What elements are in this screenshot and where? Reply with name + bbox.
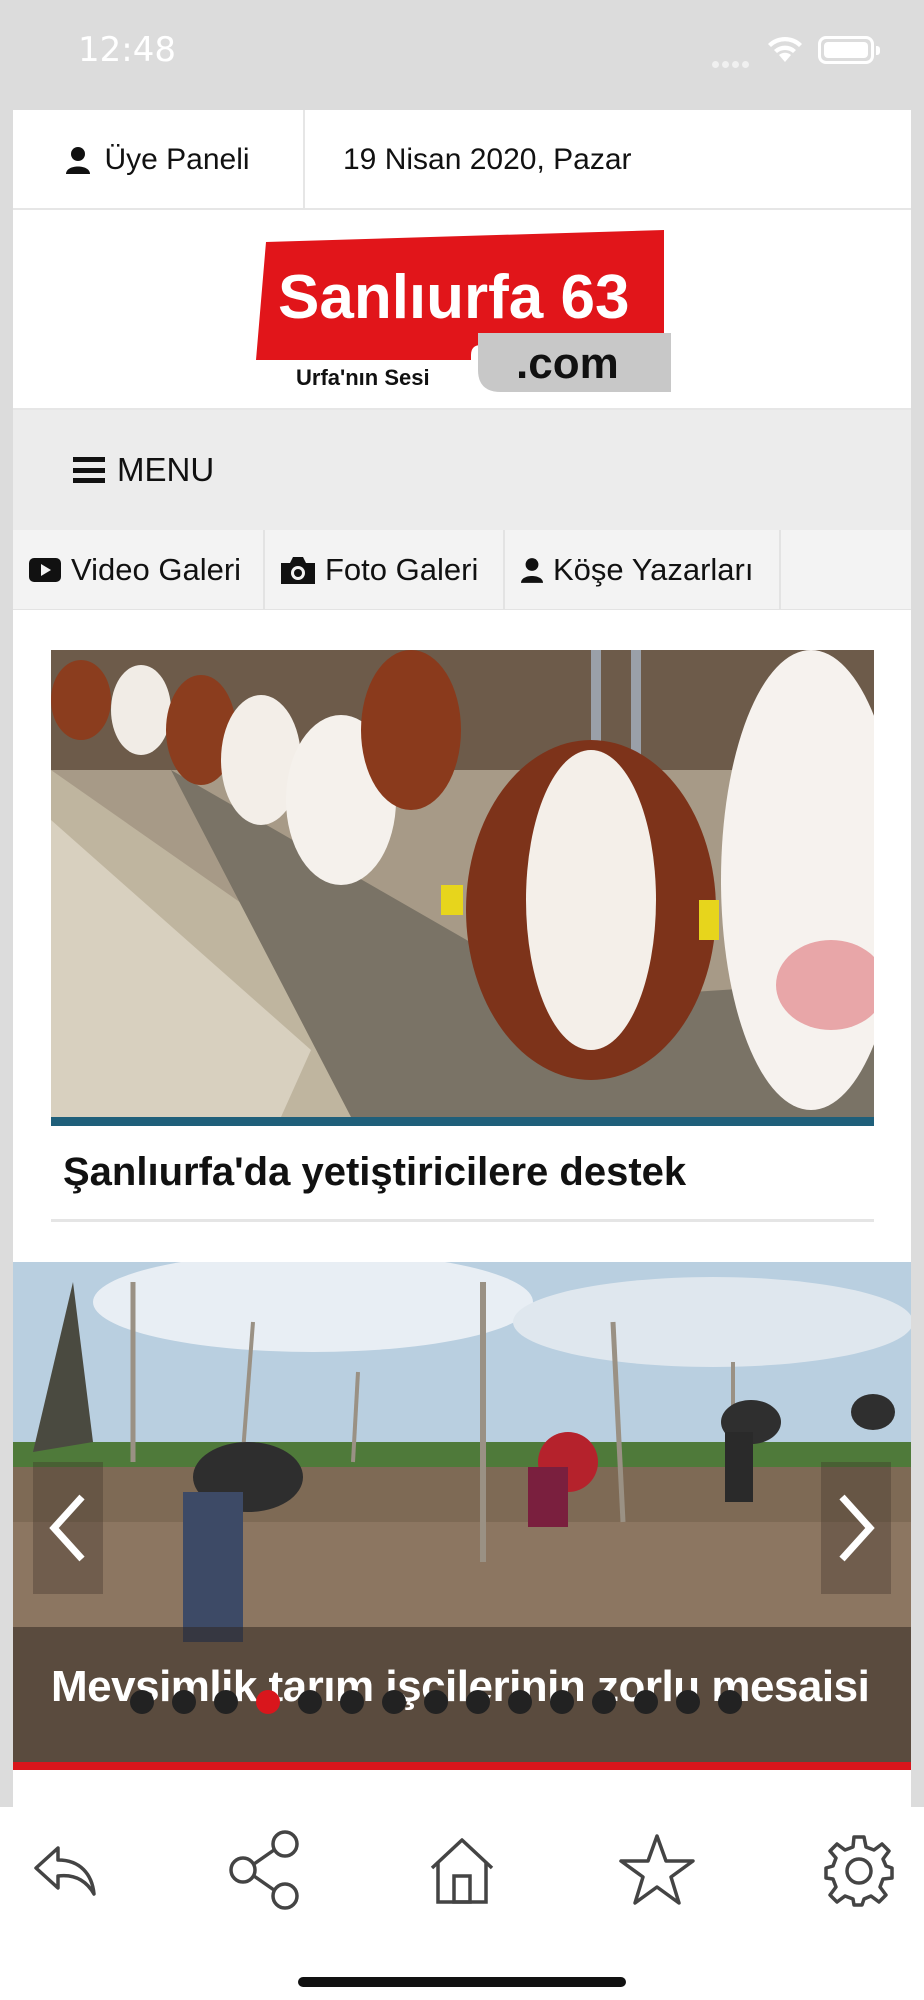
chevron-right-icon xyxy=(839,1494,875,1562)
play-icon xyxy=(29,558,61,582)
slider-dot[interactable] xyxy=(634,1690,658,1714)
featured-news-image xyxy=(51,650,874,1117)
gear-icon xyxy=(824,1835,894,1907)
slider-dot[interactable] xyxy=(676,1690,700,1714)
menu-button[interactable]: MENU xyxy=(73,442,214,498)
web-page: Üye Paneli 19 Nisan 2020, Pazar Sanlıurf… xyxy=(13,110,911,1807)
slider-dot[interactable] xyxy=(256,1690,280,1714)
home-button[interactable] xyxy=(417,1825,507,1915)
slider-dot[interactable] xyxy=(592,1690,616,1714)
featured-news-divider xyxy=(51,1117,874,1126)
slider-next-button[interactable] xyxy=(821,1462,891,1594)
slider-dot[interactable] xyxy=(718,1690,742,1714)
category-label: Foto Galeri xyxy=(325,552,479,587)
top-bar: Üye Paneli 19 Nisan 2020, Pazar xyxy=(13,110,911,210)
share-button[interactable] xyxy=(220,1825,310,1915)
user-icon xyxy=(66,147,91,174)
category-bar: Video Galeri Foto Galeri Köşe Yazarları xyxy=(13,530,911,610)
slider-dot[interactable] xyxy=(172,1690,196,1714)
current-date: 19 Nisan 2020, Pazar xyxy=(343,143,632,176)
slider-dot[interactable] xyxy=(214,1690,238,1714)
slider-dot[interactable] xyxy=(424,1690,448,1714)
settings-button[interactable] xyxy=(814,1825,904,1915)
slider-dot[interactable] xyxy=(130,1690,154,1714)
reply-icon xyxy=(34,1846,96,1896)
user-icon xyxy=(521,558,543,583)
chevron-left-icon xyxy=(49,1494,85,1562)
slider-dot[interactable] xyxy=(298,1690,322,1714)
slider-pagination xyxy=(130,1690,742,1714)
status-time: 12:48 xyxy=(78,30,176,70)
home-indicator xyxy=(298,1977,626,1987)
svg-text:.com: .com xyxy=(516,339,619,388)
svg-text:Urfa'nın Sesi: Urfa'nın Sesi xyxy=(296,365,430,390)
back-button[interactable] xyxy=(20,1825,110,1915)
share-icon xyxy=(229,1830,299,1910)
bottom-nav xyxy=(0,1807,924,2000)
slider-dot[interactable] xyxy=(382,1690,406,1714)
camera-icon xyxy=(281,557,315,584)
featured-news-card[interactable]: Şanlıurfa'da yetiştiricilere destek xyxy=(51,650,874,1222)
menu-bar: MENU xyxy=(13,410,911,530)
category-label: Köşe Yazarları xyxy=(553,552,754,587)
category-columnists[interactable]: Köşe Yazarları xyxy=(505,530,781,610)
status-bar: 12:48 xyxy=(0,0,924,110)
category-video-gallery[interactable]: Video Galeri xyxy=(13,530,265,610)
member-panel-label: Üye Paneli xyxy=(104,143,250,176)
category-label: Video Galeri xyxy=(71,552,242,587)
wifi-icon xyxy=(768,36,802,62)
battery-icon xyxy=(818,36,880,64)
logo-area: Sanlıurfa 63 .com Urfa'nın Sesi xyxy=(13,212,911,410)
star-icon xyxy=(619,1834,695,1905)
home-icon xyxy=(430,1838,494,1904)
favorites-button[interactable] xyxy=(612,1825,702,1915)
featured-news-title[interactable]: Şanlıurfa'da yetiştiricilere destek xyxy=(63,1150,686,1195)
signal-icon xyxy=(712,55,754,68)
slider-dot[interactable] xyxy=(508,1690,532,1714)
site-logo[interactable]: Sanlıurfa 63 .com Urfa'nın Sesi xyxy=(256,230,671,392)
svg-text:Sanlıurfa 63: Sanlıurfa 63 xyxy=(278,263,629,332)
member-panel-link[interactable]: Üye Paneli xyxy=(13,110,305,210)
slider-prev-button[interactable] xyxy=(33,1462,103,1594)
slider-bottom-bar xyxy=(13,1762,911,1770)
hamburger-icon xyxy=(73,457,105,483)
menu-label: MENU xyxy=(117,451,215,488)
slider-dot[interactable] xyxy=(550,1690,574,1714)
slider-dot[interactable] xyxy=(340,1690,364,1714)
category-photo-gallery[interactable]: Foto Galeri xyxy=(265,530,505,610)
slider-dot[interactable] xyxy=(466,1690,490,1714)
